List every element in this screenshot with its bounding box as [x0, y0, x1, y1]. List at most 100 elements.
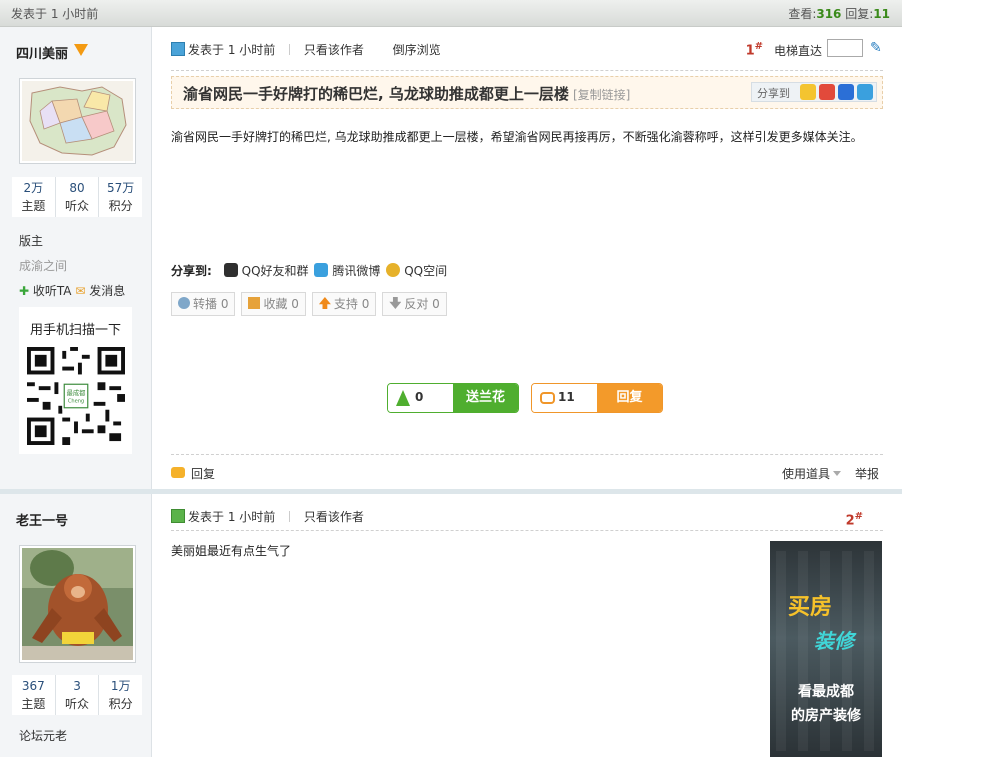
up-arrow-icon — [318, 297, 331, 309]
stat-points[interactable]: 1万 积分 — [99, 675, 142, 715]
avatar[interactable] — [19, 545, 136, 663]
post-icon — [171, 42, 185, 56]
share-qq-friends[interactable]: QQ好友和群 — [242, 264, 309, 278]
divider — [289, 44, 291, 55]
avatar[interactable] — [19, 78, 136, 164]
stat-label: 积分 — [108, 697, 133, 711]
ad-banner[interactable]: 买房 装修 看最成都 的房产装修 — [770, 541, 882, 757]
repost-button[interactable]: 转播 0 — [171, 292, 236, 316]
footer-divider — [171, 454, 883, 455]
post-1: 四川美丽 2万 主题 80 听众 57万 积分 版主 成渝之间 ✚ 收听TA ✉… — [0, 27, 902, 489]
stat-value: 3 — [73, 679, 81, 693]
views-label: 查看: — [788, 7, 817, 21]
repost-label: 转播 0 — [193, 297, 229, 311]
oppose-button[interactable]: 反对 0 — [382, 292, 447, 316]
favorite-button[interactable]: 收藏 0 — [241, 292, 306, 316]
post-icon — [171, 509, 185, 523]
oppose-label: 反对 0 — [404, 297, 440, 311]
floor-number[interactable]: 2# — [846, 511, 863, 528]
flower-label: 送兰花 — [453, 384, 518, 412]
thread-title-text: 渝省网民一手好牌打的稀巴烂, 乌龙球助推成都更上一层楼 — [183, 85, 569, 103]
post-body: 发表于 1 小时前 只看该作者 倒序浏览 1# 电梯直达 ✎ 渝省网民一手好牌打… — [171, 27, 883, 489]
weibo-share-icon[interactable] — [819, 84, 835, 100]
post-time: 发表于 1 小时前 — [188, 510, 276, 524]
vip-badge-icon — [74, 44, 88, 56]
elevator-label: 电梯直达 — [774, 44, 823, 58]
stat-followers[interactable]: 80 听众 — [56, 177, 100, 217]
author-group[interactable]: 成渝之间 — [19, 257, 67, 274]
author-role: 论坛元老 — [19, 729, 68, 743]
copy-link-button[interactable]: [复制链接] — [573, 88, 630, 102]
tencent-share-icon[interactable] — [857, 84, 873, 100]
stat-label: 听众 — [65, 199, 90, 213]
plus-icon: ✚ — [19, 284, 30, 298]
floor-value: 1 — [745, 43, 755, 59]
down-arrow-icon — [389, 297, 402, 309]
share-to-label: 分享到 — [757, 87, 790, 100]
author-name[interactable]: 老王一号 — [16, 510, 68, 529]
thread-stats: 查看:316 回复:11 — [788, 5, 890, 22]
wrench-icon[interactable]: ✎ — [870, 40, 882, 56]
share-label: 分享到: — [171, 264, 212, 278]
flower-count-box: 0 — [388, 384, 453, 412]
floor-number[interactable]: 1# — [746, 41, 763, 58]
post-content: 美丽姐最近有点生气了 — [171, 544, 292, 558]
message-link[interactable]: 发消息 — [89, 284, 125, 298]
support-label: 支持 0 — [333, 297, 370, 311]
reply-big-button[interactable]: 11 回复 — [531, 383, 663, 413]
elevator-input[interactable] — [827, 39, 863, 57]
header-divider — [171, 70, 883, 71]
chevron-down-icon — [833, 471, 841, 476]
replies-label: 回复: — [845, 7, 874, 21]
orangutan-avatar-image — [22, 548, 133, 660]
report-link[interactable]: 举报 — [855, 465, 879, 482]
baidu-share-icon[interactable] — [838, 84, 854, 100]
share-toolbar: 分享到 — [751, 82, 877, 102]
ad-line-decor: 装修 — [814, 629, 854, 653]
stat-value: 367 — [21, 679, 45, 693]
qzone-share-icon[interactable] — [800, 84, 816, 100]
only-author-link[interactable]: 只看该作者 — [304, 510, 364, 524]
thread-title: 渝省网民一手好牌打的稀巴烂, 乌龙球助推成都更上一层楼 [复制链接] — [183, 83, 630, 104]
stat-followers[interactable]: 3 听众 — [56, 675, 100, 715]
favorite-label: 收藏 0 — [263, 297, 299, 311]
author-sidebar: 老王一号 367 主题 3 听众 1万 积分 论坛元老 — [0, 494, 152, 757]
reply-count-box: 11 — [532, 384, 597, 412]
stat-label: 主题 — [21, 697, 46, 711]
reverse-order-link[interactable]: 倒序浏览 — [393, 43, 441, 57]
stat-topics[interactable]: 2万 主题 — [12, 177, 56, 217]
stat-label: 听众 — [65, 697, 90, 711]
author-stats: 367 主题 3 听众 1万 积分 — [12, 675, 142, 715]
floor-value: 2 — [845, 513, 855, 529]
repost-icon — [178, 297, 190, 309]
share-qzone[interactable]: QQ空间 — [404, 264, 447, 278]
share-links: 分享到: QQ好友和群 腾讯微博 QQ空间 — [171, 262, 447, 279]
post-content: 渝省网民一手好牌打的稀巴烂, 乌龙球助推成都更上一层楼，希望渝省网民再接再厉，不… — [171, 130, 863, 144]
follow-link[interactable]: 收听TA — [33, 284, 72, 298]
share-tencent-weibo[interactable]: 腾讯微博 — [332, 264, 380, 278]
map-avatar-image — [22, 81, 133, 161]
mail-icon: ✉ — [75, 284, 86, 298]
post-body: 发表于 1 小时前 只看该作者 2# 美丽姐最近有点生气了 买房 装修 看最成都… — [171, 494, 883, 757]
only-author-link[interactable]: 只看该作者 — [304, 43, 364, 57]
send-flower-button[interactable]: 0 送兰花 — [387, 383, 519, 413]
use-tools-menu[interactable]: 使用道具 — [782, 465, 841, 482]
action-buttons: 转播 0 收藏 0 支持 0 反对 0 — [171, 292, 453, 316]
qr-title: 用手机扫描一下 — [29, 323, 121, 338]
stat-value: 2万 — [23, 181, 44, 195]
post-time: 发表于 1 小时前 — [188, 43, 276, 57]
post-2: 老王一号 367 主题 3 听众 1万 积分 论坛元老 发表于 1 小时前 只看… — [0, 494, 902, 757]
reply-bubble-icon — [171, 467, 185, 478]
reply-label: 回复 — [597, 384, 662, 412]
orchid-icon — [396, 390, 410, 406]
qr-code-icon: 最成都 Cheng — [27, 347, 125, 445]
svg-text:Cheng: Cheng — [68, 399, 84, 405]
author-name[interactable]: 四川美丽 — [16, 43, 68, 62]
replies-count: 11 — [873, 7, 890, 21]
stat-topics[interactable]: 367 主题 — [12, 675, 56, 715]
reply-link[interactable]: 回复 — [171, 465, 215, 482]
support-button[interactable]: 支持 0 — [311, 292, 377, 316]
stat-points[interactable]: 57万 积分 — [99, 177, 142, 217]
views-count: 316 — [816, 7, 842, 21]
